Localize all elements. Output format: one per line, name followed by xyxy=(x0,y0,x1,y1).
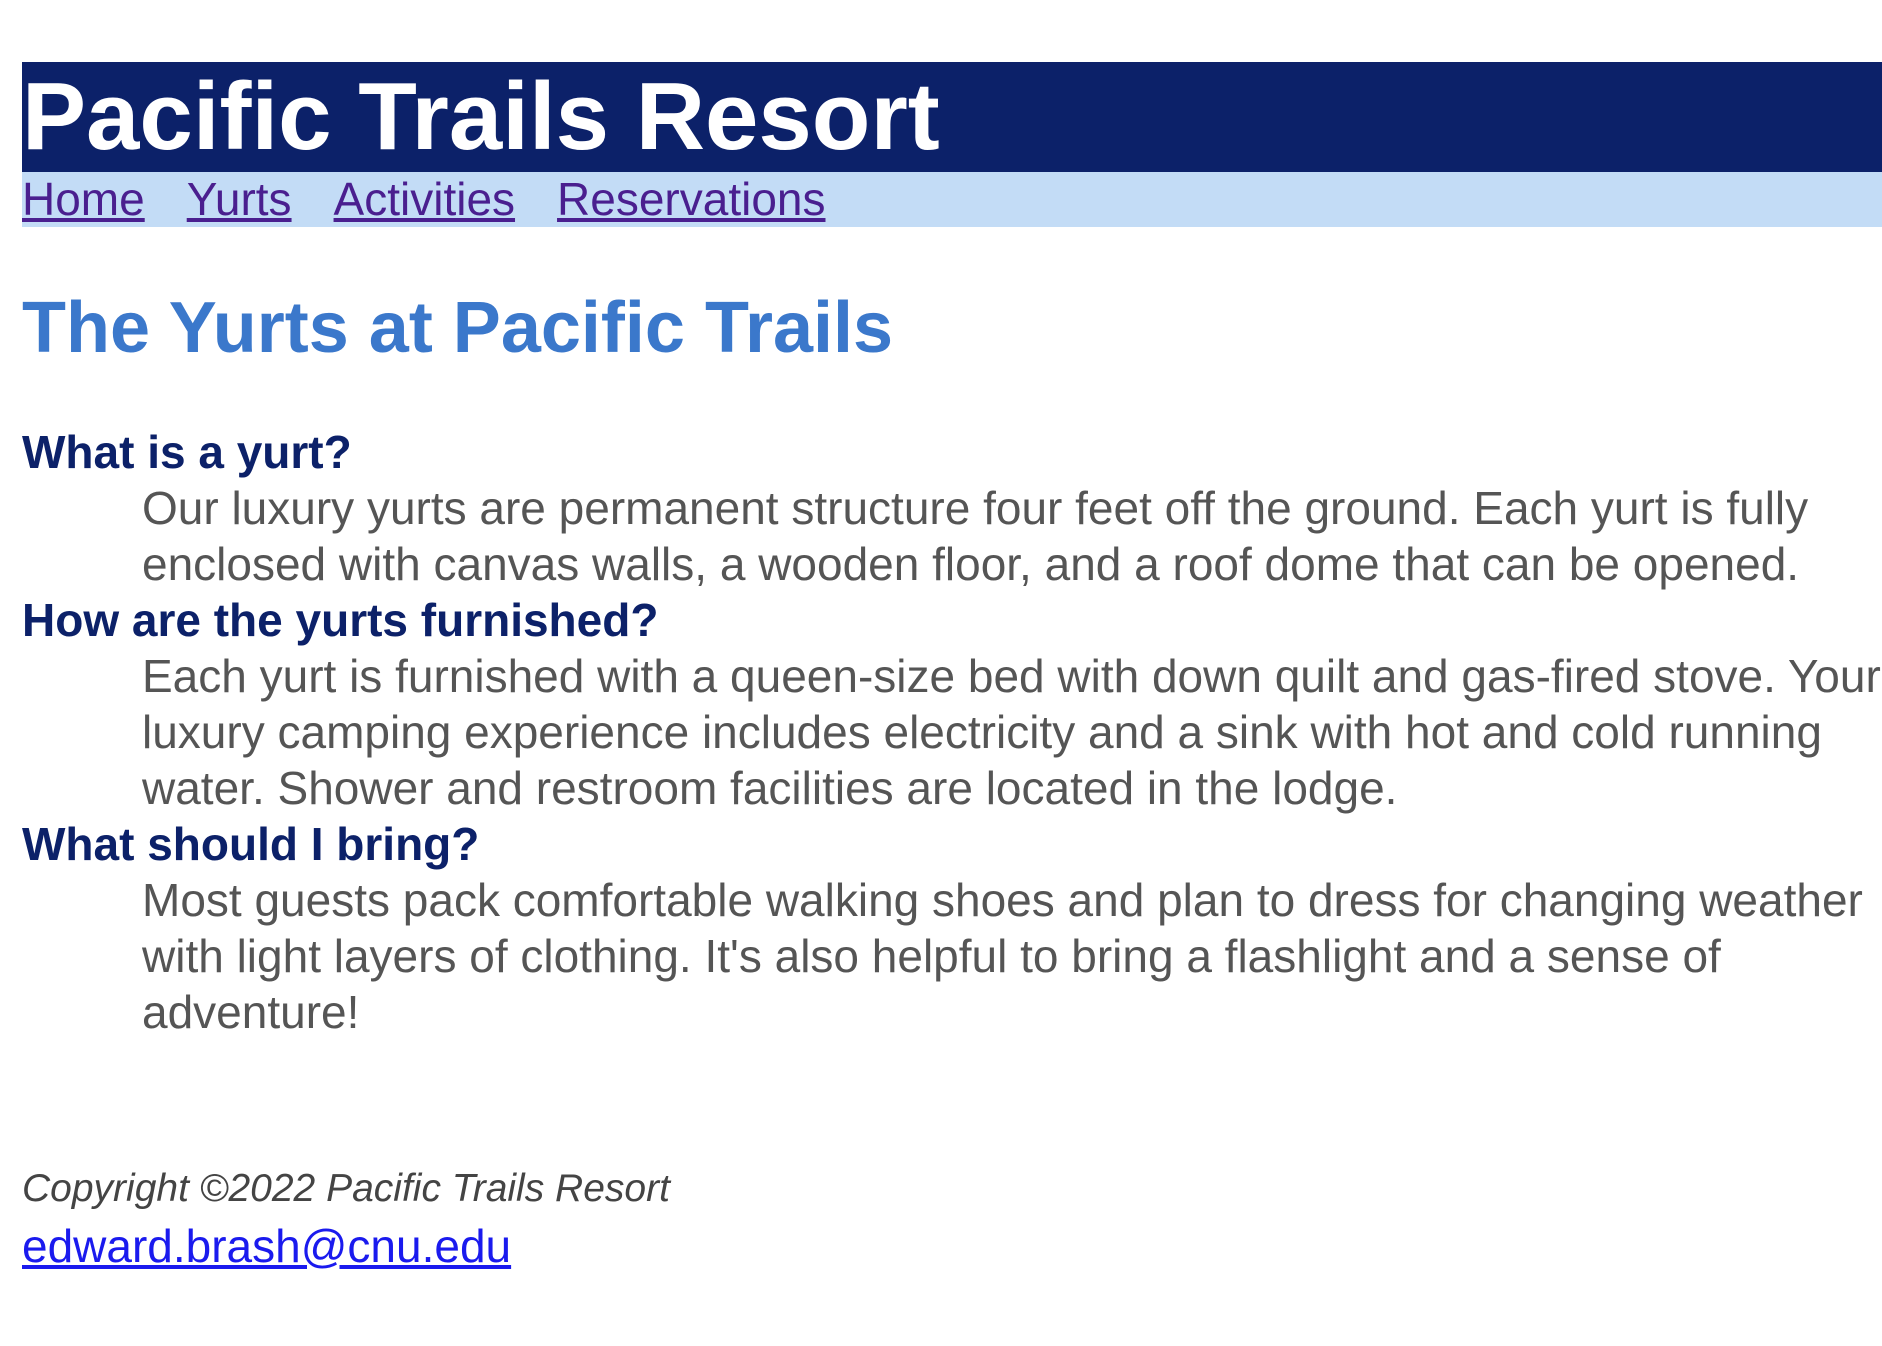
main-nav: Home Yurts Activities Reservations xyxy=(22,172,1882,227)
nav-link-activities[interactable]: Activities xyxy=(334,172,515,227)
copyright-text: Copyright ©2022 Pacific Trails Resort xyxy=(22,1167,670,1210)
nav-link-yurts[interactable]: Yurts xyxy=(187,172,292,227)
site-title: Pacific Trails Resort xyxy=(22,63,940,170)
faq-answer: Most guests pack comfortable walking sho… xyxy=(142,874,1863,1038)
faq-question: How are the yurts furnished? xyxy=(22,594,659,646)
nav-link-home[interactable]: Home xyxy=(22,172,145,227)
page-heading: The Yurts at Pacific Trails xyxy=(22,288,894,368)
faq-question: What should I bring? xyxy=(22,818,480,870)
page-wrapper: Pacific Trails Resort Home Yurts Activit… xyxy=(22,62,1882,1272)
faq-answer: Our luxury yurts are permanent structure… xyxy=(142,482,1809,590)
faq-answer: Each yurt is furnished with a queen-size… xyxy=(142,650,1881,814)
nav-link-reservations[interactable]: Reservations xyxy=(557,172,825,227)
faq-list: What is a yurt? Our luxury yurts are per… xyxy=(22,424,1881,1040)
site-header: Pacific Trails Resort xyxy=(22,62,1882,172)
site-footer: Copyright ©2022 Pacific Trails Resort ed… xyxy=(22,1164,670,1274)
email-link[interactable]: edward.brash@cnu.edu xyxy=(22,1218,511,1274)
faq-question: What is a yurt? xyxy=(22,426,352,478)
